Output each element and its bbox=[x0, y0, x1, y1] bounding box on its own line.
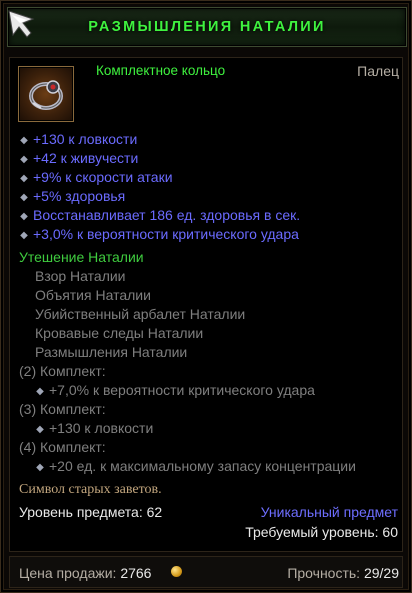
bullet-icon: ◆ bbox=[36, 386, 44, 397]
stat-line: ◆ Восстанавливает 186 ед. здоровья в сек. bbox=[20, 207, 301, 223]
cursor-icon bbox=[8, 10, 35, 38]
stat-line: ◆ +130 к ловкости bbox=[20, 131, 138, 147]
bullet-icon: ◆ bbox=[20, 192, 28, 203]
set-piece: Объятия Наталии bbox=[35, 287, 151, 303]
item-level: Уровень предмета: 62 bbox=[19, 504, 163, 520]
set-bonus-label: (3) Комплект: bbox=[19, 401, 106, 417]
set-piece: Кровавые следы Наталии bbox=[35, 325, 204, 341]
stat-line: ◆ +9% к скорости атаки bbox=[20, 169, 173, 185]
set-bonus-effect: ◆ +7,0% к вероятности критического удара bbox=[36, 382, 315, 398]
tooltip-header: РАЗМЫШЛЕНИЯ НАТАЛИИ bbox=[7, 7, 407, 47]
bullet-icon: ◆ bbox=[20, 211, 28, 222]
set-piece: Убийственный арбалет Наталии bbox=[35, 306, 246, 322]
rarity-label: Уникальный предмет bbox=[260, 504, 398, 520]
set-bonus-label: (4) Комплект: bbox=[19, 439, 106, 455]
set-bonus-label: (2) Комплект: bbox=[19, 363, 106, 379]
bullet-icon: ◆ bbox=[36, 462, 44, 473]
stat-line: ◆ +42 к живучести bbox=[20, 150, 139, 166]
set-bonus-effect: ◆ +130 к ловкости bbox=[36, 420, 154, 436]
stat-line: ◆ +5% здоровья bbox=[20, 188, 126, 204]
bullet-icon: ◆ bbox=[20, 230, 28, 241]
bullet-icon: ◆ bbox=[36, 424, 44, 435]
bullet-icon: ◆ bbox=[20, 135, 28, 146]
durability: Прочность: 29/29 bbox=[287, 565, 399, 581]
gold-coin-icon bbox=[171, 566, 182, 577]
bullet-icon: ◆ bbox=[20, 173, 28, 184]
durability-value: 29/29 bbox=[363, 565, 399, 581]
sell-price-value: 2766 bbox=[120, 565, 152, 581]
item-type: Комплектное кольцо bbox=[96, 63, 226, 78]
set-bonus-effect: ◆ +20 ед. к максимальному запасу концентр… bbox=[36, 458, 356, 474]
set-name: Утешение Наталии bbox=[19, 249, 144, 265]
sell-price: Цена продажи: 2766 bbox=[19, 565, 152, 581]
set-piece: Взор Наталии bbox=[35, 268, 126, 284]
item-tooltip: РАЗМЫШЛЕНИЯ НАТАЛИИ Комплектное кольцо П… bbox=[0, 0, 412, 593]
item-name: РАЗМЫШЛЕНИЯ НАТАЛИИ bbox=[88, 19, 326, 35]
item-slot: Палец bbox=[357, 63, 399, 79]
required-level: Требуемый уровень: 60 bbox=[245, 524, 398, 540]
flavor-text: Символ старых заветов. bbox=[19, 482, 162, 497]
ring-icon bbox=[29, 80, 63, 110]
stat-line: ◆ +3,0% к вероятности критического удара bbox=[20, 226, 299, 242]
bullet-icon: ◆ bbox=[20, 154, 28, 165]
item-icon-frame bbox=[18, 66, 74, 122]
set-piece: Размышления Наталии bbox=[35, 344, 188, 360]
